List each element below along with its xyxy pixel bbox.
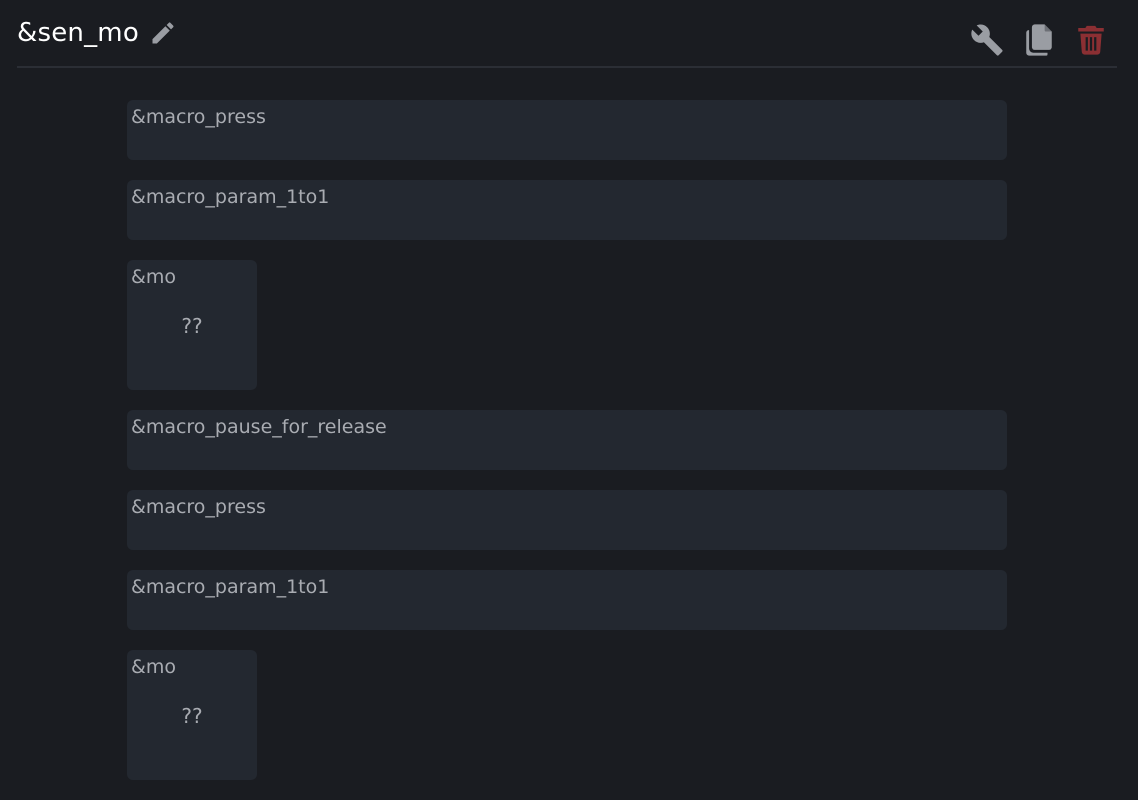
copy-icon[interactable]: [1021, 22, 1057, 58]
macro-title: &sen_mo: [17, 18, 139, 48]
toolbar: [953, 22, 1109, 58]
macro-header: &sen_mo: [17, 0, 1117, 68]
binding-label: &macro_pause_for_release: [131, 416, 387, 438]
pencil-icon[interactable]: [149, 19, 177, 47]
binding-item[interactable]: &macro_press: [127, 490, 1007, 550]
binding-label: &mo: [131, 656, 176, 678]
binding-item[interactable]: &macro_pause_for_release: [127, 410, 1007, 470]
title-wrap: &sen_mo: [17, 18, 177, 48]
binding-label: &macro_param_1to1: [131, 186, 330, 208]
binding-item[interactable]: &mo ??: [127, 650, 257, 780]
binding-label: &macro_press: [131, 106, 266, 128]
binding-item[interactable]: &macro_press: [127, 100, 1007, 160]
binding-item[interactable]: &macro_param_1to1: [127, 570, 1007, 630]
binding-item[interactable]: &mo ??: [127, 260, 257, 390]
binding-param: ??: [181, 314, 203, 338]
binding-param: ??: [181, 704, 203, 728]
binding-label: &mo: [131, 266, 176, 288]
binding-list: &macro_press &macro_param_1to1 &mo ?? &m…: [127, 100, 1007, 800]
wrench-icon[interactable]: [969, 22, 1005, 58]
binding-label: &macro_param_1to1: [131, 576, 330, 598]
trash-icon[interactable]: [1073, 22, 1109, 58]
binding-item[interactable]: &macro_param_1to1: [127, 180, 1007, 240]
binding-label: &macro_press: [131, 496, 266, 518]
